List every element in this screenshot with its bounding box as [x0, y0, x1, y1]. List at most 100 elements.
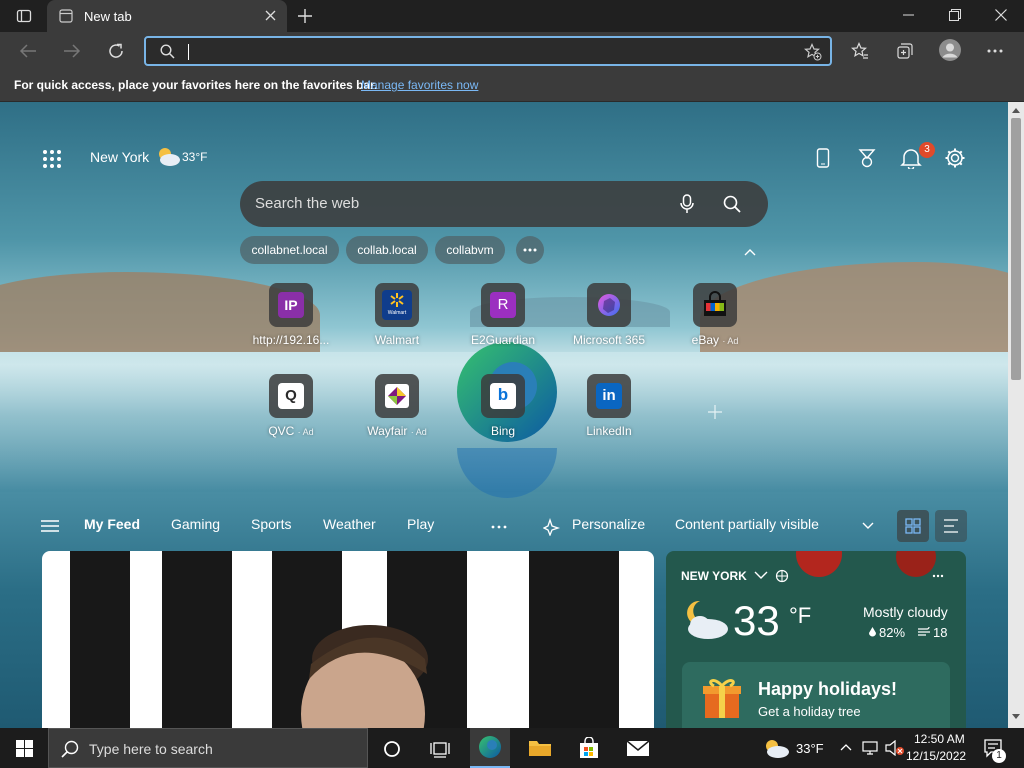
quick-link-qvc[interactable]: Q QVC · Ad	[238, 374, 344, 438]
quick-link-ebay[interactable]: eBay · Ad	[662, 283, 768, 347]
close-window-icon[interactable]	[995, 9, 1007, 21]
new-tab-page: New York 33°F 3 Search the web collabnet…	[0, 102, 1008, 728]
tab-page-icon	[59, 9, 73, 23]
title-bar: New tab	[0, 0, 1024, 32]
profile-avatar[interactable]	[939, 39, 961, 61]
add-favorite-icon[interactable]	[804, 43, 822, 61]
tab-new-tab[interactable]: New tab	[47, 0, 287, 32]
location-target-icon[interactable]	[775, 569, 789, 583]
tab-title: New tab	[84, 9, 132, 24]
wind-icon	[917, 627, 931, 637]
feed-tab-weather[interactable]: Weather	[323, 516, 376, 532]
scrollbar-thumb[interactable]	[1011, 118, 1021, 380]
quick-link-label: Wayfair · Ad	[367, 424, 427, 438]
task-view-icon[interactable]	[430, 740, 450, 758]
windows-start-icon[interactable]	[16, 740, 33, 757]
minimize-icon[interactable]	[903, 14, 914, 16]
personalize-button[interactable]: Personalize	[572, 516, 645, 532]
recent-search-chip[interactable]: collabnet.local	[240, 236, 339, 264]
promo-subtitle: Get a holiday tree	[758, 704, 861, 719]
microsoft-365-icon	[587, 283, 631, 327]
recent-search-chip[interactable]: collabvm	[435, 236, 505, 264]
personalize-sparkle-icon	[543, 518, 561, 536]
quick-link-ip[interactable]: IP http://192.16...	[238, 283, 344, 347]
microsoft-store-icon[interactable]	[578, 737, 600, 759]
quick-link-microsoft-365[interactable]: Microsoft 365	[556, 283, 662, 347]
chevron-down-icon[interactable]	[862, 522, 874, 530]
back-icon[interactable]	[19, 43, 37, 59]
taskbar-search-icon	[61, 740, 79, 758]
feed-tab-gaming[interactable]: Gaming	[171, 516, 220, 532]
clock-time[interactable]: 12:50 AM	[914, 732, 965, 746]
forward-icon[interactable]	[63, 43, 81, 59]
feed-tab-play[interactable]: Play	[407, 516, 434, 532]
location-label[interactable]: New York	[90, 149, 149, 165]
quick-link-walmart[interactable]: Walmart Walmart	[344, 283, 450, 347]
partly-cloudy-icon	[155, 145, 181, 167]
scroll-down-arrow-icon[interactable]	[1012, 714, 1020, 720]
feed-tab-sports[interactable]: Sports	[251, 516, 291, 532]
quick-link-linkedin[interactable]: in LinkedIn	[556, 374, 662, 438]
ad-marker: · Ad	[297, 427, 314, 437]
e2guardian-tile-icon: R	[481, 283, 525, 327]
volume-muted-icon[interactable]	[885, 740, 905, 756]
chevron-down-icon[interactable]	[754, 571, 768, 580]
favorites-icon[interactable]	[851, 42, 869, 60]
taskbar-search-box[interactable]: Type here to search	[48, 728, 368, 768]
holiday-promo[interactable]: Happy holidays! Get a holiday tree	[682, 662, 950, 728]
weather-temperature: 33	[733, 597, 780, 644]
news-card[interactable]	[42, 551, 654, 728]
show-hidden-icons-chevron[interactable]	[840, 743, 852, 751]
recent-search-chip[interactable]: collab.local	[346, 236, 428, 264]
network-icon[interactable]	[862, 740, 880, 756]
content-visibility-dropdown[interactable]: Content partially visible	[675, 516, 819, 532]
address-bar[interactable]	[144, 36, 832, 66]
restore-icon[interactable]	[949, 9, 961, 21]
weather-city[interactable]: NEW YORK	[681, 569, 747, 583]
close-tab-icon[interactable]	[265, 10, 276, 21]
cortana-icon[interactable]	[383, 740, 401, 758]
quick-link-e2guardian[interactable]: R E2Guardian	[450, 283, 556, 347]
feed-menu-icon[interactable]	[41, 520, 59, 532]
rewards-icon[interactable]	[858, 148, 876, 168]
settings-more-icon[interactable]	[987, 49, 1003, 53]
more-searches-button[interactable]	[516, 236, 544, 264]
clock-date[interactable]: 12/15/2022	[906, 749, 966, 763]
more-tabs-icon[interactable]	[491, 525, 507, 529]
list-layout-button[interactable]	[935, 510, 967, 542]
taskbar-weather-icon[interactable]	[762, 737, 790, 759]
quick-link-wayfair[interactable]: Wayfair · Ad	[344, 374, 450, 438]
search-submit-icon[interactable]	[723, 195, 741, 213]
file-explorer-icon[interactable]	[528, 739, 552, 757]
page-settings-gear-icon[interactable]	[944, 147, 966, 169]
new-tab-button[interactable]	[297, 8, 313, 24]
feed-navigation: My Feed Gaming Sports Weather Play Perso…	[0, 500, 1008, 550]
wayfair-tile-icon	[375, 374, 419, 418]
collections-icon[interactable]	[896, 42, 914, 60]
workspaces-icon[interactable]	[16, 8, 32, 24]
quick-link-label: QVC · Ad	[268, 424, 314, 438]
edge-logo-reflection	[455, 448, 559, 508]
card-more-icon[interactable]	[932, 574, 944, 578]
weather-unit[interactable]: °F	[789, 603, 811, 629]
humidity-icon	[868, 626, 877, 638]
search-icon	[160, 44, 175, 59]
taskbar-weather-temp[interactable]: 33°F	[796, 741, 824, 756]
apps-launcher-icon[interactable]	[42, 149, 62, 169]
phone-icon[interactable]	[816, 148, 830, 168]
microphone-icon[interactable]	[680, 194, 694, 214]
quick-link-bing[interactable]: b Bing	[450, 374, 556, 438]
scroll-up-arrow-icon[interactable]	[1012, 107, 1020, 113]
feed-tab-my-feed[interactable]: My Feed	[84, 516, 140, 532]
weather-card[interactable]: NEW YORK 33 °F Mostly cloudy 82% 18 Happ…	[666, 551, 966, 728]
taskbar-edge-icon[interactable]	[470, 728, 510, 768]
web-search-box[interactable]: Search the web	[240, 181, 768, 227]
add-quick-link-icon[interactable]	[707, 404, 723, 420]
collapse-chevron-icon[interactable]	[744, 248, 756, 256]
mail-icon[interactable]	[626, 739, 650, 757]
walmart-spark-icon: Walmart	[375, 283, 419, 327]
grid-layout-button[interactable]	[897, 510, 929, 542]
refresh-icon[interactable]	[107, 42, 125, 60]
manage-favorites-link[interactable]: Manage favorites now	[361, 78, 478, 92]
temperature-label: 33°F	[182, 150, 208, 164]
